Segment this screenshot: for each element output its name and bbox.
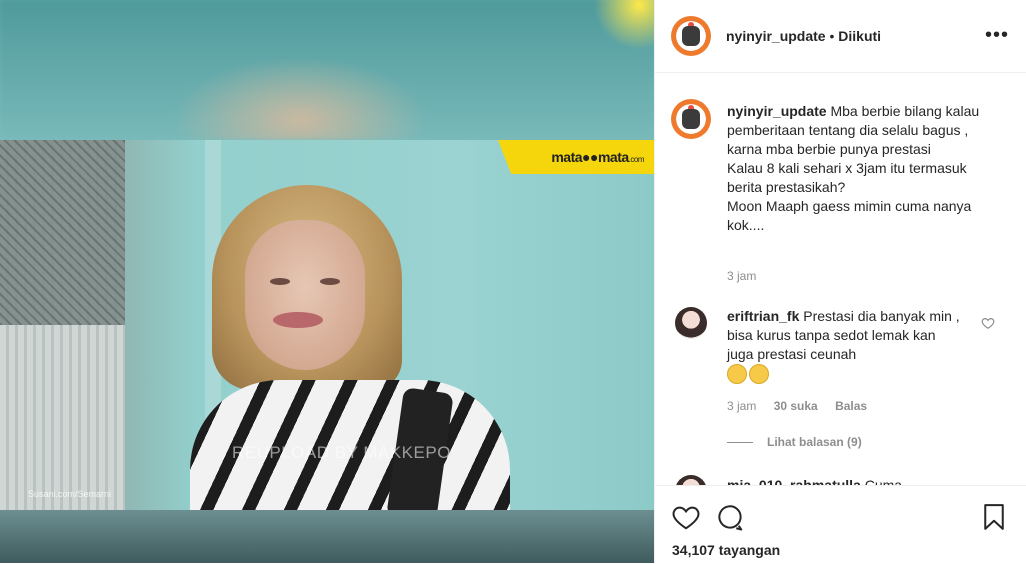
- person-eye-right: [320, 278, 340, 285]
- header-username-link[interactable]: nyinyir_update: [726, 28, 826, 44]
- caption-text: Mba berbie bilang kalau pemberitaan tent…: [727, 103, 980, 233]
- rofl-emoji-icon: [749, 364, 769, 385]
- comment-item: mia_010_rahmatulla Cuma: [727, 476, 987, 485]
- bookmark-icon[interactable]: [979, 502, 1009, 532]
- comment-username-link[interactable]: eriftrian_fk: [727, 308, 799, 324]
- more-options-icon[interactable]: •••: [985, 24, 1009, 47]
- account-avatar[interactable]: [671, 16, 711, 56]
- comment-username-link[interactable]: mia_010_rahmatulla: [727, 477, 861, 485]
- rolling-eyes-emoji-icon: [727, 364, 747, 385]
- comment-item: eriftrian_fk Prestasi dia banyak min , b…: [727, 307, 962, 385]
- header-separator: •: [825, 28, 839, 44]
- caption-time[interactable]: 3 jam: [727, 269, 756, 283]
- comment-icon[interactable]: [715, 502, 745, 532]
- brand-logo: mata●●mata.com: [551, 149, 644, 165]
- comments-list[interactable]: nyinyir_update Mba berbie bilang kalau p…: [655, 73, 1026, 485]
- building-roof: [0, 140, 125, 325]
- person-lips: [273, 312, 323, 328]
- avatar-badge: [688, 105, 694, 111]
- post-side-panel: nyinyir_update • Diikuti ••• nyinyir_upd…: [654, 0, 1026, 563]
- caption-username-link[interactable]: nyinyir_update: [727, 103, 827, 119]
- video-frame[interactable]: mata●●mata.com REUPLOAD BY MAKKEPO Susan…: [0, 140, 654, 510]
- comment-text: Cuma: [864, 477, 903, 485]
- header-title: nyinyir_update • Diikuti: [726, 28, 881, 44]
- caption-meta: 3 jam: [727, 269, 770, 283]
- follow-status-button[interactable]: Diikuti: [838, 28, 881, 44]
- view-replies-label: Lihat balasan (9): [767, 435, 862, 449]
- comment-time[interactable]: 3 jam: [727, 399, 756, 413]
- view-count[interactable]: 34,107 tayangan: [672, 542, 780, 558]
- caption-avatar[interactable]: [671, 99, 711, 139]
- action-bar: 34,107 tayangan: [655, 485, 1026, 564]
- video-watermark: REUPLOAD BY MAKKEPO: [232, 443, 451, 462]
- post-header: nyinyir_update • Diikuti •••: [655, 0, 1026, 73]
- view-replies-button[interactable]: Lihat balasan (9): [727, 435, 876, 449]
- caption: nyinyir_update Mba berbie bilang kalau p…: [727, 102, 989, 235]
- avatar-badge: [688, 22, 694, 28]
- comment-avatar[interactable]: [675, 475, 707, 485]
- heart-icon[interactable]: [671, 502, 701, 532]
- person-face: [245, 220, 365, 370]
- blurred-background-bottom: [0, 510, 654, 563]
- comment-avatar[interactable]: [675, 307, 707, 339]
- post-media[interactable]: mata●●mata.com REUPLOAD BY MAKKEPO Susan…: [0, 0, 654, 563]
- replies-line: [727, 442, 753, 444]
- reply-button[interactable]: Balas: [835, 399, 867, 413]
- video-credit: Susani.com/Semarni: [28, 489, 112, 499]
- blurred-background-top: [0, 0, 654, 140]
- comment-like-heart-icon[interactable]: [981, 316, 995, 330]
- comment-meta: 3 jam 30 suka Balas: [727, 399, 881, 413]
- comment-likes[interactable]: 30 suka: [774, 399, 818, 413]
- person-eye-left: [270, 278, 290, 285]
